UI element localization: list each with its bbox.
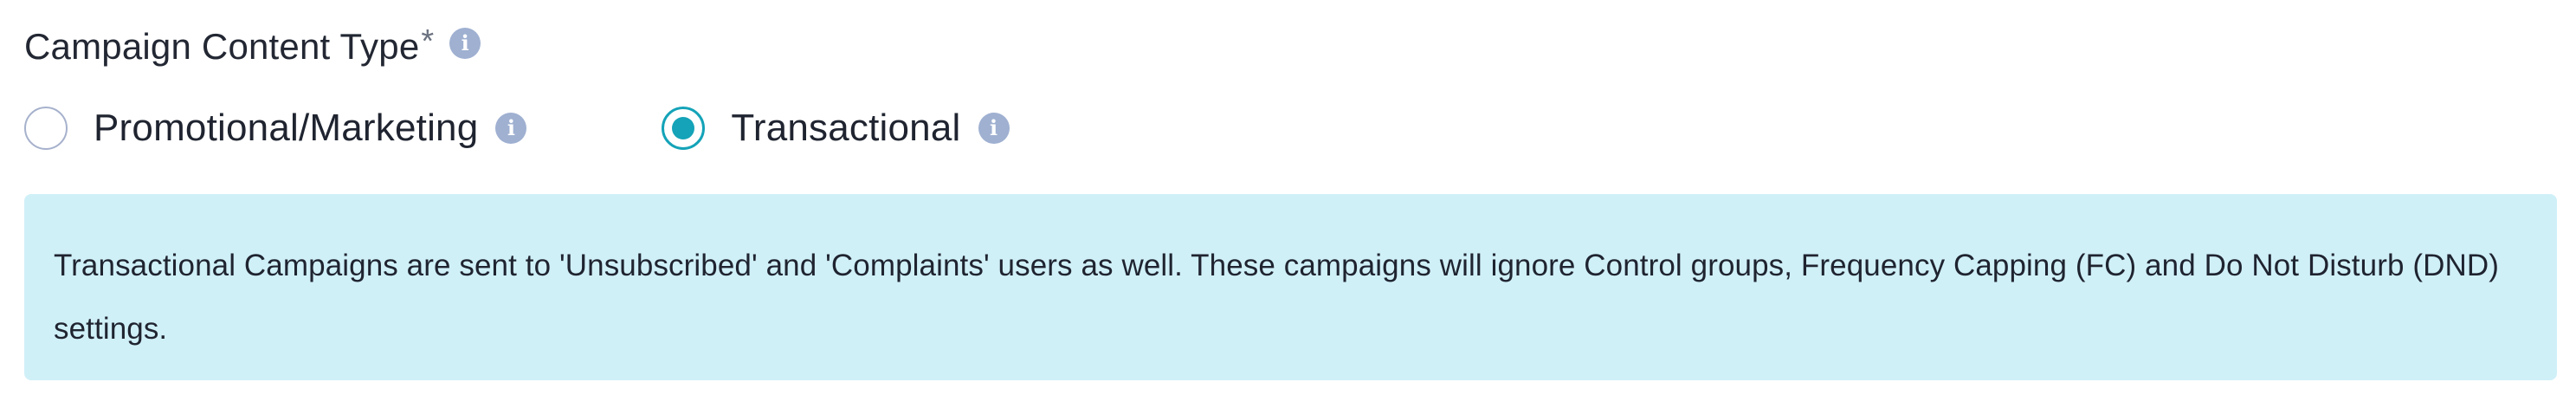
radio-label-promotional[interactable]: Promotional/Marketing xyxy=(94,107,478,150)
notice-text: Transactional Campaigns are sent to 'Uns… xyxy=(54,249,2499,346)
required-indicator: * xyxy=(421,23,435,60)
transactional-notice-banner: Transactional Campaigns are sent to 'Uns… xyxy=(24,194,2557,380)
field-label: Campaign Content Type xyxy=(24,26,420,67)
radio-selected-dot xyxy=(672,117,695,139)
campaign-content-type-header: Campaign Content Type * i xyxy=(24,21,481,73)
info-icon[interactable]: i xyxy=(449,28,481,59)
radio-button-transactional[interactable] xyxy=(662,107,706,150)
radio-button-promotional[interactable] xyxy=(24,107,68,150)
radio-option-promotional[interactable]: Promotional/Marketing i xyxy=(24,107,527,150)
radio-label-transactional[interactable]: Transactional xyxy=(731,107,960,150)
content-type-radio-group: Promotional/Marketing i Transactional i xyxy=(24,102,1010,154)
info-icon[interactable]: i xyxy=(978,113,1010,144)
info-icon[interactable]: i xyxy=(495,113,527,144)
radio-option-transactional[interactable]: Transactional i xyxy=(662,107,1010,150)
